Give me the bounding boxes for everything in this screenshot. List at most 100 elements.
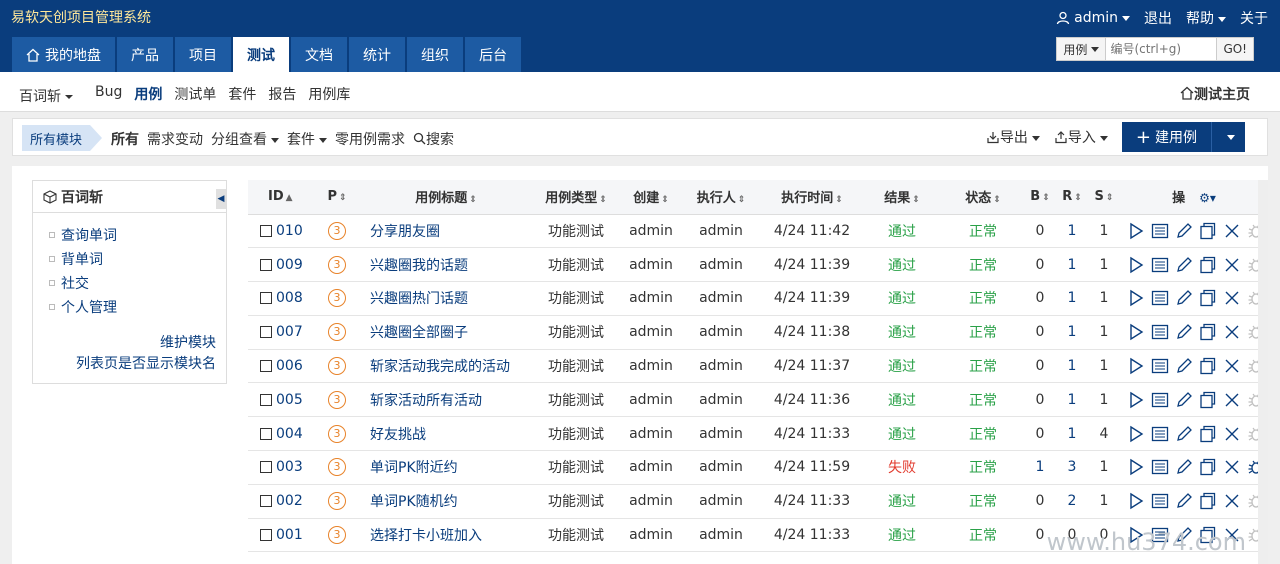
run-icon[interactable] bbox=[1126, 390, 1146, 410]
case-id[interactable]: 007 bbox=[276, 324, 303, 340]
nav-tab-project[interactable]: 项目 bbox=[175, 37, 231, 72]
copy-icon[interactable] bbox=[1198, 221, 1218, 241]
new-case-button[interactable]: + 建用例 bbox=[1121, 122, 1211, 152]
case-id[interactable]: 003 bbox=[276, 459, 303, 475]
delete-icon[interactable] bbox=[1222, 288, 1242, 308]
filter-zero-case[interactable]: 零用例需求 bbox=[335, 129, 405, 149]
cell-results[interactable]: 1 bbox=[1056, 281, 1088, 316]
subnav-case[interactable]: 用例 bbox=[134, 84, 162, 104]
row-checkbox[interactable] bbox=[260, 292, 272, 305]
about-link[interactable]: 关于 bbox=[1240, 8, 1268, 28]
cell-title[interactable]: 兴趣圈全部圈子 bbox=[362, 315, 530, 350]
case-id[interactable]: 008 bbox=[276, 290, 303, 306]
cell-title[interactable]: 单词PK附近约 bbox=[362, 450, 530, 485]
row-checkbox[interactable] bbox=[260, 529, 272, 542]
import-button[interactable]: 导入 bbox=[1054, 127, 1108, 147]
nav-tab-my-space[interactable]: 我的地盘 bbox=[12, 37, 115, 72]
copy-icon[interactable] bbox=[1198, 390, 1218, 410]
table-row[interactable]: 006 3 斩家活动我完成的活动 功能测试 admin admin 4/24 11:37 通过… bbox=[248, 349, 1268, 384]
cell-title[interactable]: 兴趣圈热门话题 bbox=[362, 281, 530, 316]
search-toggle[interactable]: 搜索 bbox=[413, 129, 454, 149]
list-icon[interactable] bbox=[1150, 221, 1170, 241]
list-icon[interactable] bbox=[1150, 322, 1170, 342]
row-checkbox[interactable] bbox=[260, 258, 272, 271]
list-icon[interactable] bbox=[1150, 457, 1170, 477]
cell-id[interactable]: 007 bbox=[248, 315, 312, 350]
run-icon[interactable] bbox=[1126, 221, 1146, 241]
col-header-results[interactable]: R ⇕ bbox=[1056, 180, 1088, 215]
row-checkbox[interactable] bbox=[260, 393, 272, 406]
copy-icon[interactable] bbox=[1198, 424, 1218, 444]
case-id[interactable]: 005 bbox=[276, 392, 303, 408]
cell-id[interactable]: 004 bbox=[248, 416, 312, 452]
case-id[interactable]: 009 bbox=[276, 257, 303, 273]
cell-title[interactable]: 分享朋友圈 bbox=[362, 214, 530, 249]
edit-icon[interactable] bbox=[1174, 322, 1194, 342]
col-header-bugs[interactable]: B ⇕ bbox=[1024, 180, 1056, 215]
row-checkbox[interactable] bbox=[260, 224, 272, 237]
case-id[interactable]: 002 bbox=[276, 493, 303, 509]
delete-icon[interactable] bbox=[1222, 424, 1242, 444]
edit-icon[interactable] bbox=[1174, 255, 1194, 275]
show-module-name-link[interactable]: 列表页是否显示模块名 bbox=[76, 354, 216, 375]
copy-icon[interactable] bbox=[1198, 288, 1218, 308]
list-icon[interactable] bbox=[1150, 356, 1170, 376]
delete-icon[interactable] bbox=[1222, 491, 1242, 511]
copy-icon[interactable] bbox=[1198, 457, 1218, 477]
delete-icon[interactable] bbox=[1222, 356, 1242, 376]
cell-results[interactable]: 1 bbox=[1056, 382, 1088, 418]
copy-icon[interactable] bbox=[1198, 255, 1218, 275]
col-header-creator[interactable]: 创建 ⇕ bbox=[622, 180, 680, 215]
export-button[interactable]: 导出 bbox=[986, 127, 1040, 147]
cell-title[interactable]: 单词PK随机约 bbox=[362, 484, 530, 519]
cell-bugs[interactable]: 1 bbox=[1024, 450, 1056, 485]
test-home-link[interactable]: 测试主页 bbox=[1180, 84, 1250, 104]
cell-results[interactable]: 1 bbox=[1056, 315, 1088, 350]
cell-results[interactable]: 2 bbox=[1056, 484, 1088, 519]
cell-title[interactable]: 兴趣圈我的话题 bbox=[362, 247, 530, 283]
module-item[interactable]: 背单词 bbox=[49, 247, 226, 271]
table-row[interactable]: 004 3 好友挑战 功能测试 admin admin 4/24 11:33 通过 正常 0 1 4 bbox=[248, 416, 1268, 452]
delete-icon[interactable] bbox=[1222, 221, 1242, 241]
subnav-suite[interactable]: 套件 bbox=[228, 84, 256, 104]
cell-results[interactable]: 1 bbox=[1056, 247, 1088, 283]
col-header-type[interactable]: 用例类型 ⇕ bbox=[530, 180, 622, 215]
row-checkbox[interactable] bbox=[260, 427, 272, 440]
collapse-sidebar-button[interactable]: ◀ bbox=[216, 189, 226, 209]
filter-group-view[interactable]: 分组查看 bbox=[211, 129, 279, 149]
edit-icon[interactable] bbox=[1174, 390, 1194, 410]
case-id[interactable]: 004 bbox=[276, 426, 303, 442]
nav-tab-company[interactable]: 组织 bbox=[407, 37, 463, 72]
run-icon[interactable] bbox=[1126, 322, 1146, 342]
table-row[interactable]: 010 3 分享朋友圈 功能测试 admin admin 4/24 11:42 通过 正常 0 1 1 bbox=[248, 214, 1268, 249]
list-icon[interactable] bbox=[1150, 288, 1170, 308]
run-icon[interactable] bbox=[1126, 356, 1146, 376]
case-id[interactable]: 006 bbox=[276, 358, 303, 374]
product-switcher[interactable]: 百词斩 bbox=[19, 86, 73, 106]
nav-tab-report[interactable]: 统计 bbox=[349, 37, 405, 72]
run-icon[interactable] bbox=[1126, 424, 1146, 444]
col-header-exec-time[interactable]: 执行时间 ⇕ bbox=[762, 180, 862, 215]
cell-results[interactable]: 3 bbox=[1056, 450, 1088, 485]
edit-icon[interactable] bbox=[1174, 424, 1194, 444]
table-row[interactable]: 008 3 兴趣圈热门话题 功能测试 admin admin 4/24 11:39 通过 正常 0… bbox=[248, 281, 1268, 316]
cell-title[interactable]: 斩家活动我完成的活动 bbox=[362, 349, 530, 384]
edit-icon[interactable] bbox=[1174, 288, 1194, 308]
cell-id[interactable]: 006 bbox=[248, 349, 312, 384]
list-icon[interactable] bbox=[1150, 390, 1170, 410]
filter-suite[interactable]: 套件 bbox=[287, 129, 327, 149]
table-row[interactable]: 007 3 兴趣圈全部圈子 功能测试 admin admin 4/24 11:38 通过 正常 0… bbox=[248, 315, 1268, 350]
module-item[interactable]: 社交 bbox=[49, 271, 226, 295]
case-id[interactable]: 010 bbox=[276, 223, 303, 239]
nav-tab-doc[interactable]: 文档 bbox=[291, 37, 347, 72]
cell-results[interactable]: 1 bbox=[1056, 416, 1088, 452]
cell-id[interactable]: 010 bbox=[248, 214, 312, 249]
row-checkbox[interactable] bbox=[260, 461, 272, 474]
column-settings-icon[interactable]: ⚙▾ bbox=[1199, 191, 1216, 205]
case-id[interactable]: 001 bbox=[276, 527, 303, 543]
run-icon[interactable] bbox=[1126, 491, 1146, 511]
col-header-title[interactable]: 用例标题 ⇕ bbox=[362, 180, 530, 215]
delete-icon[interactable] bbox=[1222, 390, 1242, 410]
filter-story-changed[interactable]: 需求变动 bbox=[147, 129, 203, 149]
nav-tab-test[interactable]: 测试 bbox=[233, 37, 289, 72]
